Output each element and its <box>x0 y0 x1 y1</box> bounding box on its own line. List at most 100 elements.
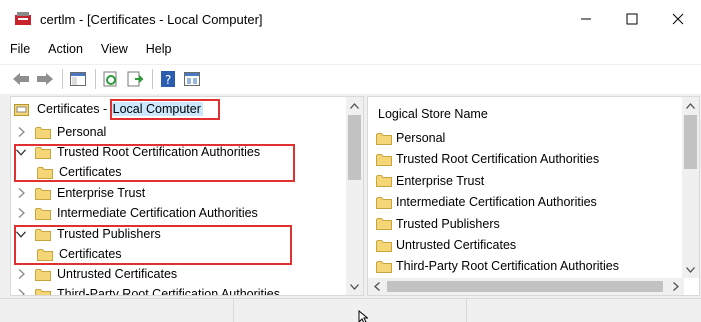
status-divider <box>466 299 467 322</box>
folder-icon <box>376 132 392 145</box>
list-item-label: Enterprise Trust <box>396 173 485 188</box>
folder-icon <box>376 217 392 231</box>
help-button[interactable]: ? <box>157 68 179 90</box>
folder-icon <box>376 239 392 252</box>
tree-item[interactable]: Personal <box>15 122 106 142</box>
tree-root-prefix: Certificates <box>37 102 100 116</box>
chevron-right-icon[interactable] <box>15 288 27 295</box>
tree-item-label: Third-Party Root Certification Authoriti… <box>57 287 281 296</box>
column-header-logical-store-name[interactable]: Logical Store Name <box>378 107 488 121</box>
menu-bar: File Action View Help <box>0 39 180 61</box>
export-list-button[interactable] <box>124 68 146 90</box>
tree-item[interactable]: Untrusted Certificates <box>15 264 177 284</box>
list-hscroll-thumb[interactable] <box>387 281 663 292</box>
back-button[interactable] <box>10 68 32 90</box>
folder-icon <box>376 174 392 188</box>
list-item[interactable]: Trusted Publishers <box>376 214 500 234</box>
properties-icon <box>184 71 200 86</box>
tree-item-label: Intermediate Certification Authorities <box>57 206 258 220</box>
window-title: certlm - [Certificates - Local Computer] <box>40 12 263 27</box>
list-horizontal-scrollbar[interactable] <box>368 278 684 295</box>
list-item[interactable]: Untrusted Certificates <box>376 235 516 255</box>
chevron-right-icon[interactable] <box>15 268 27 280</box>
console-tree[interactable]: Certificates - Local Computer Personal Tr… <box>10 96 364 296</box>
folder-icon <box>35 187 51 200</box>
annotation-highlight-local-computer <box>110 99 220 120</box>
menu-action[interactable]: Action <box>38 39 91 61</box>
toolbar-separator <box>62 68 63 89</box>
tree-item-label: Personal <box>57 125 107 139</box>
scroll-left-arrow-icon[interactable] <box>368 278 385 295</box>
tree-vertical-scrollbar[interactable] <box>346 97 363 295</box>
annotation-highlight-trusted-root <box>14 144 295 182</box>
list-item[interactable]: Intermediate Certification Authorities <box>376 192 597 212</box>
folder-icon <box>376 196 392 209</box>
list-item-label: Trusted Root Certification Authorities <box>396 152 600 167</box>
maximize-button[interactable] <box>609 4 655 34</box>
forward-button[interactable] <box>34 68 56 90</box>
folder-icon <box>35 268 51 281</box>
chevron-right-icon[interactable] <box>15 126 27 138</box>
menu-help[interactable]: Help <box>136 39 180 61</box>
folder-icon <box>376 153 392 166</box>
folder-icon <box>35 288 51 295</box>
tree-scroll-thumb[interactable] <box>348 115 361 180</box>
help-icon: ? <box>161 70 175 87</box>
menu-file[interactable]: File <box>0 39 38 61</box>
tree-item[interactable]: Intermediate Certification Authorities <box>15 203 258 223</box>
refresh-icon <box>103 71 117 86</box>
chevron-right-icon[interactable] <box>15 187 27 199</box>
show-hide-tree-button[interactable] <box>67 68 89 90</box>
toolbar: ? <box>0 64 701 92</box>
list-item-label: Intermediate Certification Authorities <box>396 195 597 210</box>
scroll-up-arrow-icon[interactable] <box>682 97 699 114</box>
annotation-highlight-trusted-publishers <box>14 225 292 265</box>
show-hide-console-tree-icon <box>70 71 86 86</box>
folder-icon <box>35 126 51 139</box>
list-item-label: Personal <box>396 131 446 145</box>
tree-item[interactable]: Enterprise Trust <box>15 183 145 203</box>
close-button[interactable] <box>655 4 701 34</box>
folder-icon <box>376 260 392 273</box>
tree-root-separator: - <box>99 102 111 116</box>
minimize-button[interactable] <box>563 4 609 34</box>
list-item[interactable]: Trusted Root Certification Authorities <box>376 149 599 169</box>
chevron-right-icon[interactable] <box>15 207 27 219</box>
folder-icon <box>35 207 51 220</box>
title-bar: certlm - [Certificates - Local Computer] <box>0 0 701 38</box>
list-item-label: Untrusted Certificates <box>396 238 517 252</box>
content-area: Certificates - Local Computer Personal Tr… <box>0 94 701 298</box>
list-scroll-thumb[interactable] <box>684 115 697 169</box>
properties-button[interactable] <box>181 68 203 90</box>
refresh-button[interactable] <box>100 68 122 90</box>
list-item[interactable]: Enterprise Trust <box>376 171 484 191</box>
toolbar-separator <box>95 68 96 89</box>
list-item[interactable]: Third-Party Root Certification Authoriti… <box>376 256 619 276</box>
menu-view[interactable]: View <box>91 39 136 61</box>
list-vertical-scrollbar[interactable] <box>682 97 699 278</box>
tree-item-label: Enterprise Trust <box>57 186 146 200</box>
toolbar-separator <box>152 68 153 89</box>
status-divider <box>233 299 234 322</box>
forward-arrow-icon <box>37 72 53 85</box>
export-list-icon <box>127 71 143 86</box>
minimize-icon <box>581 18 591 20</box>
list-item[interactable]: Personal <box>376 128 445 148</box>
back-arrow-icon <box>13 72 29 85</box>
certificates-snapin-icon <box>14 103 30 120</box>
scroll-down-arrow-icon[interactable] <box>682 261 699 278</box>
list-item-label: Third-Party Root Certification Authoriti… <box>396 259 620 274</box>
certificate-manager-icon <box>14 11 32 27</box>
tree-item-label: Untrusted Certificates <box>57 267 178 281</box>
close-icon <box>672 13 684 25</box>
svg-text:?: ? <box>165 73 171 87</box>
details-pane[interactable]: Logical Store Name Personal Trusted Root … <box>367 96 700 296</box>
scroll-right-arrow-icon[interactable] <box>667 278 684 295</box>
tree-item[interactable]: Third-Party Root Certification Authoriti… <box>15 284 281 296</box>
scroll-up-arrow-icon[interactable] <box>346 97 363 114</box>
status-bar <box>0 298 701 322</box>
list-item-label: Trusted Publishers <box>396 216 500 231</box>
mouse-cursor-icon <box>358 309 369 322</box>
maximize-icon <box>626 13 638 25</box>
scroll-down-arrow-icon[interactable] <box>346 278 363 295</box>
